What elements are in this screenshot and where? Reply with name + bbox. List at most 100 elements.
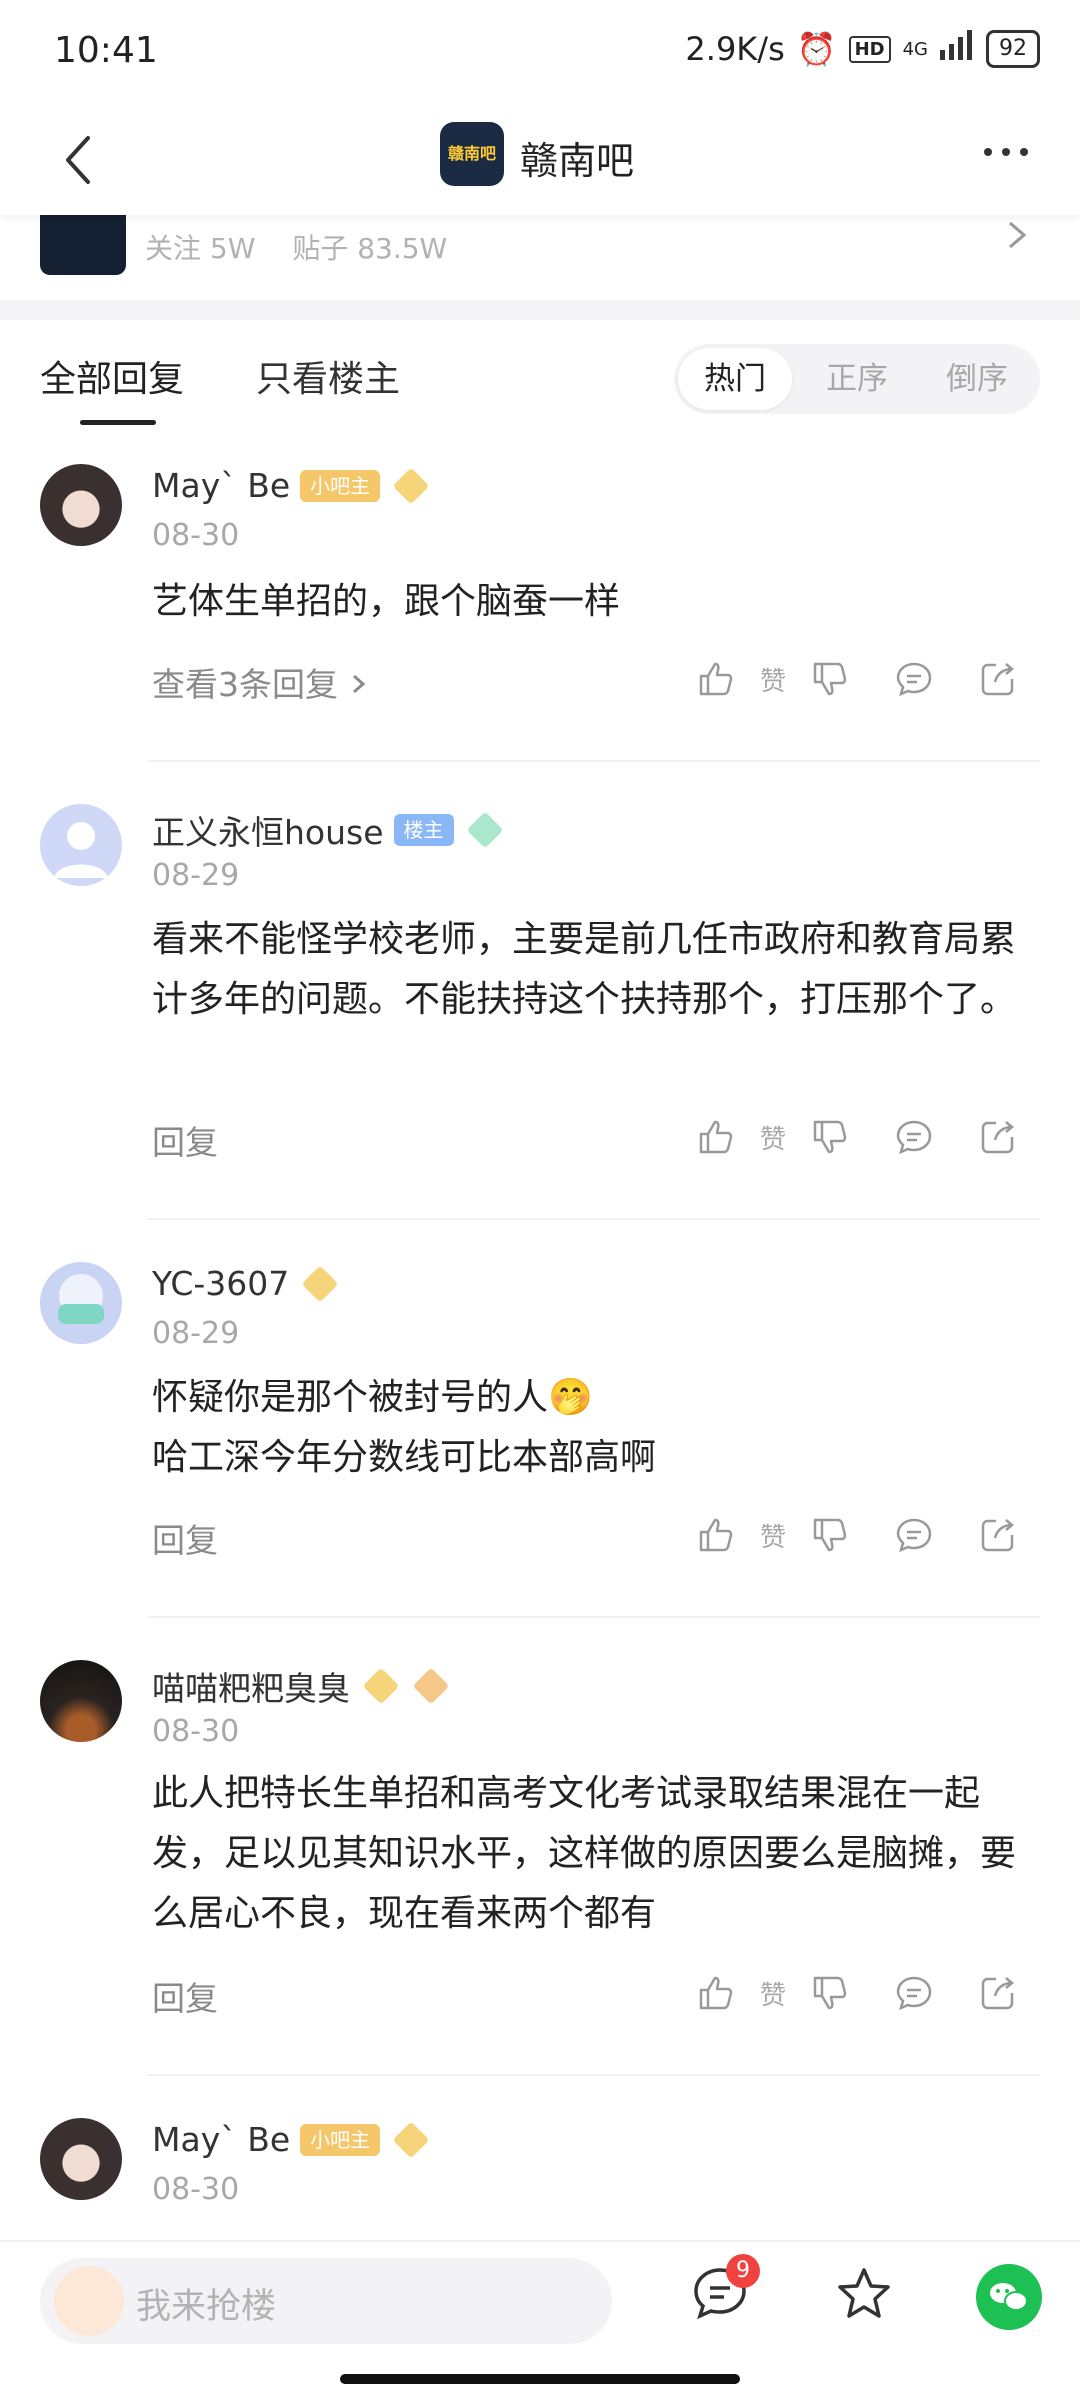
post-count: 贴子 83.5W (292, 232, 448, 265)
tab-indicator (80, 420, 156, 425)
dislike-icon[interactable] (788, 1968, 872, 2018)
user-name[interactable]: May` Be (152, 2120, 290, 2159)
comment-text-line: 怀疑你是那个被封号的人 (152, 1377, 549, 1418)
forum-logo[interactable]: 赣南吧 (440, 122, 504, 186)
dislike-icon[interactable] (788, 1510, 872, 1560)
avatar[interactable] (40, 1660, 122, 1742)
user-name-row: May` Be 小吧主 (152, 466, 430, 505)
battery-icon: 92 (986, 30, 1040, 68)
emoji-icon: 🤭 (548, 1377, 593, 1418)
user-name[interactable]: 喵喵粑粑臭臭 (152, 1662, 350, 1710)
avatar[interactable] (40, 464, 122, 546)
chevron-right-icon (352, 674, 365, 694)
user-name-row: May` Be 小吧主 (152, 2120, 430, 2159)
signal-icon (940, 30, 974, 68)
user-name[interactable]: YC-3607 (152, 1264, 289, 1303)
reply-placeholder: 我来抢楼 (136, 2287, 277, 2327)
follow-count: 关注 5W (145, 232, 256, 265)
divider (148, 1616, 1040, 1618)
view-replies-link[interactable]: 查看3条回复 (152, 658, 369, 706)
status-time: 10:41 (54, 30, 158, 71)
level-badge-icon (466, 811, 503, 849)
alarm-icon: ⏰ (796, 30, 837, 68)
forum-title[interactable]: 赣南吧 (520, 130, 634, 185)
nav-bar: 赣南吧 赣南吧 (0, 100, 1080, 215)
share-icon[interactable] (956, 1112, 1040, 1162)
comment-text: 艺体生单招的，跟个脑蚕一样 (152, 581, 621, 622)
sort-switch: 热门 正序 倒序 (674, 344, 1040, 414)
activity-badge-icon (412, 1667, 450, 1705)
user-name-row: 正义永恒house 楼主 (152, 806, 503, 854)
more-icon[interactable] (984, 148, 1028, 156)
like-label[interactable]: 赞 (758, 1119, 788, 1156)
comment-date: 08-30 (152, 518, 240, 553)
network-speed: 2.9K/s (685, 30, 785, 68)
like-label[interactable]: 赞 (758, 1517, 788, 1554)
avatar[interactable] (40, 804, 122, 886)
level-badge-icon (392, 2121, 430, 2158)
comment-text: 看来不能怪学校老师，主要是前几任市政府和教育局累计多年的问题。不能扶持这个扶持那… (152, 919, 1017, 1020)
hd-icon: HD (848, 35, 891, 63)
share-icon[interactable] (956, 654, 1040, 704)
wechat-share-icon[interactable] (976, 2264, 1042, 2330)
reply-link[interactable]: 回复 (152, 1116, 218, 1164)
share-icon[interactable] (956, 1510, 1040, 1560)
divider (148, 2074, 1040, 2076)
like-label[interactable]: 赞 (758, 661, 788, 698)
comment-text: 此人把特长生单招和高考文化考试录取结果混在一起发，足以见其知识水平，这样做的原因… (152, 1773, 1017, 1934)
divider (148, 760, 1040, 762)
like-icon[interactable] (674, 1510, 758, 1560)
comment-date: 08-30 (152, 2172, 240, 2207)
user-name[interactable]: 正义永恒house (152, 806, 384, 854)
forum-info-logo (40, 205, 126, 275)
comment-actions: 赞 (674, 1510, 1040, 1560)
user-name-row: 喵喵粑粑臭臭 (152, 1662, 450, 1710)
moderator-badge: 小吧主 (300, 469, 381, 502)
reply-link[interactable]: 回复 (152, 1972, 218, 2020)
tab-op-only[interactable]: 只看楼主 (256, 350, 400, 402)
like-icon[interactable] (674, 1112, 758, 1162)
comment-icon[interactable] (872, 1968, 956, 2018)
like-icon[interactable] (674, 654, 758, 704)
notification-count: 9 (726, 2254, 760, 2288)
op-badge: 楼主 (393, 814, 454, 846)
reply-tabs: 全部回复 只看楼主 热门 正序 倒序 (0, 320, 1080, 430)
avatar[interactable] (40, 2118, 122, 2200)
comment-icon[interactable] (872, 1112, 956, 1162)
level-badge-icon (392, 467, 430, 504)
level-badge-icon (301, 1265, 339, 1302)
like-label[interactable]: 赞 (758, 1975, 788, 2012)
user-avatar (54, 2266, 124, 2336)
tab-all-replies[interactable]: 全部回复 (40, 350, 184, 402)
chevron-right-icon (1002, 219, 1032, 259)
sort-desc[interactable]: 倒序 (918, 344, 1036, 414)
dislike-icon[interactable] (788, 1112, 872, 1162)
avatar[interactable] (40, 1262, 122, 1344)
status-bar: 10:41 2.9K/s ⏰ HD 4G 92 (0, 0, 1080, 100)
comment-icon[interactable] (872, 1510, 956, 1560)
comment-date: 08-29 (152, 1316, 240, 1351)
view-replies-label: 查看3条回复 (152, 665, 338, 704)
sort-hot[interactable]: 热门 (678, 348, 792, 410)
moderator-badge: 小吧主 (300, 2123, 381, 2156)
comment-actions: 赞 (674, 1968, 1040, 2018)
comment-actions: 赞 (674, 654, 1040, 704)
back-icon[interactable] (56, 130, 106, 190)
forum-stats: 关注 5W 贴子 83.5W (145, 227, 475, 267)
star-icon[interactable] (834, 2264, 904, 2334)
comment-date: 08-30 (152, 1714, 240, 1749)
share-icon[interactable] (956, 1968, 1040, 2018)
reply-link[interactable]: 回复 (152, 1514, 218, 1562)
comment-text-line: 哈工深今年分数线可比本部高啊 (152, 1437, 657, 1478)
network-type: 4G (902, 38, 928, 60)
dislike-icon[interactable] (788, 654, 872, 704)
comment-icon[interactable] (872, 654, 956, 704)
user-name[interactable]: May` Be (152, 466, 290, 505)
like-icon[interactable] (674, 1968, 758, 2018)
reply-input[interactable]: 我来抢楼 (40, 2258, 612, 2344)
comment-date: 08-29 (152, 858, 240, 893)
user-name-row: YC-3607 (152, 1264, 339, 1303)
comment-text: 怀疑你是那个被封号的人🤭 哈工深今年分数线可比本部高啊 (152, 1368, 1042, 1488)
sort-asc[interactable]: 正序 (798, 344, 916, 414)
home-indicator[interactable] (340, 2374, 740, 2384)
